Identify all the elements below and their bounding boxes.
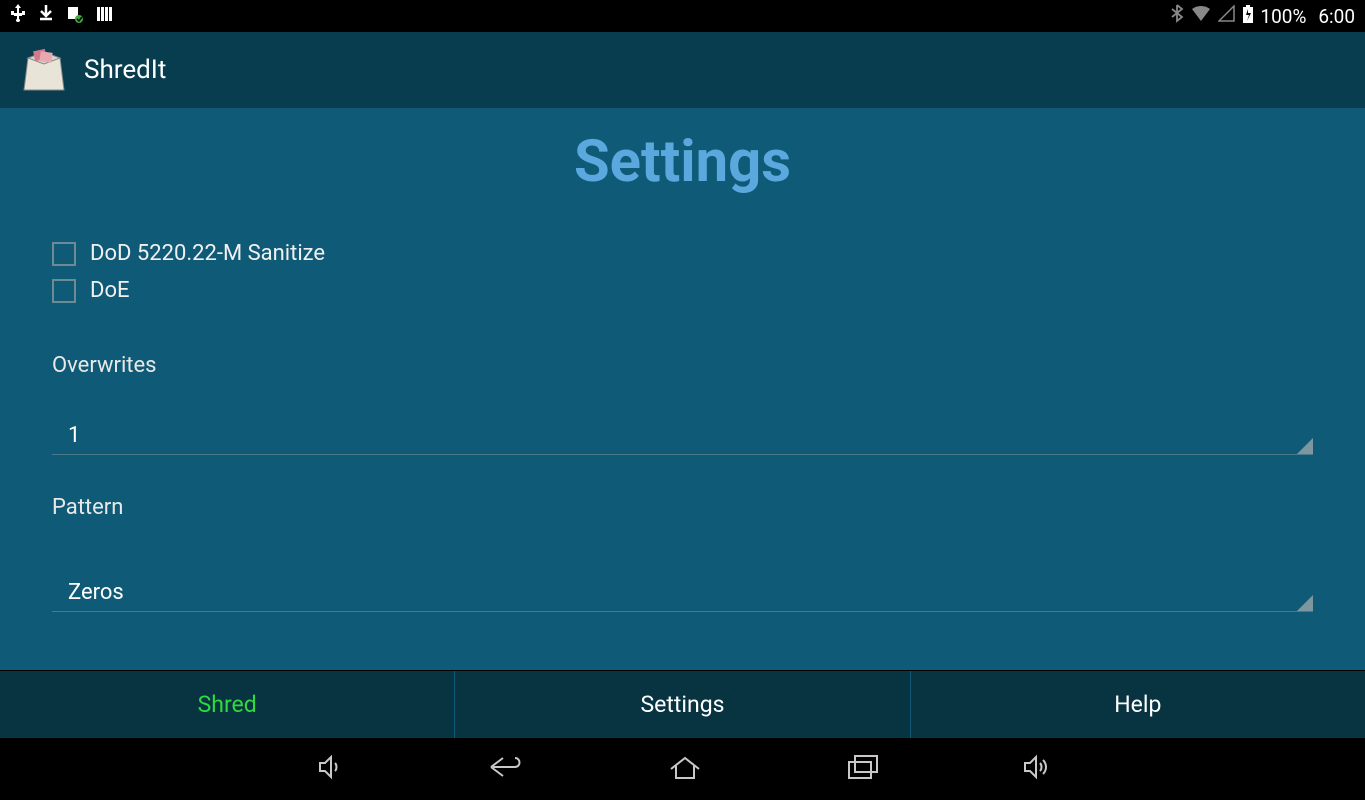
settings-panel: Settings DoD 5220.22-M Sanitize DoE Over… [0,108,1365,670]
wifi-icon [1190,5,1212,28]
bottom-tab-bar: Shred Settings Help [0,670,1365,738]
home-icon[interactable] [665,752,705,786]
title-bar: ShredIt [0,32,1365,108]
app-title: ShredIt [84,55,166,85]
tab-label: Settings [641,691,725,718]
back-icon[interactable] [485,752,525,786]
checkbox-box[interactable] [52,242,76,266]
status-bar: 100% 6:00 [0,0,1365,32]
checkbox-doe[interactable]: DoE [52,278,1313,303]
tab-label: Shred [198,691,257,718]
signal-icon [1218,5,1236,28]
volume-up-icon[interactable] [1021,752,1051,786]
download-done-icon [66,4,84,29]
app-icon [20,46,68,94]
bars-icon [96,5,114,28]
status-left-icons [10,4,114,29]
pattern-label: Pattern [52,495,1313,520]
checkbox-box[interactable] [52,279,76,303]
clock-text: 6:00 [1318,5,1355,28]
system-nav-bar [0,738,1365,800]
tab-label: Help [1114,691,1161,718]
battery-icon [1242,4,1254,29]
dropdown-indicator-icon [1297,438,1313,454]
overwrites-label: Overwrites [52,353,1313,378]
overwrites-spinner[interactable]: 1 [52,423,1313,455]
battery-text: 100% [1260,5,1306,28]
volume-down-icon[interactable] [315,752,345,786]
overwrites-value: 1 [52,423,1313,448]
tab-help[interactable]: Help [911,671,1365,738]
recent-apps-icon[interactable] [845,752,881,786]
page-title: Settings [52,128,1313,196]
pattern-field: Pattern Zeros [52,495,1313,612]
pattern-value: Zeros [52,580,1313,605]
usb-icon [10,4,26,29]
checkbox-dod[interactable]: DoD 5220.22-M Sanitize [52,241,1313,266]
overwrites-field: Overwrites 1 [52,353,1313,455]
status-right-icons: 100% 6:00 [1170,4,1355,29]
tab-shred[interactable]: Shred [0,671,455,738]
tab-settings[interactable]: Settings [455,671,910,738]
download-icon [38,4,54,29]
checkbox-label: DoE [90,278,130,303]
dropdown-indicator-icon [1297,595,1313,611]
checkbox-label: DoD 5220.22-M Sanitize [90,241,325,266]
bluetooth-icon [1170,4,1184,29]
pattern-spinner[interactable]: Zeros [52,580,1313,612]
